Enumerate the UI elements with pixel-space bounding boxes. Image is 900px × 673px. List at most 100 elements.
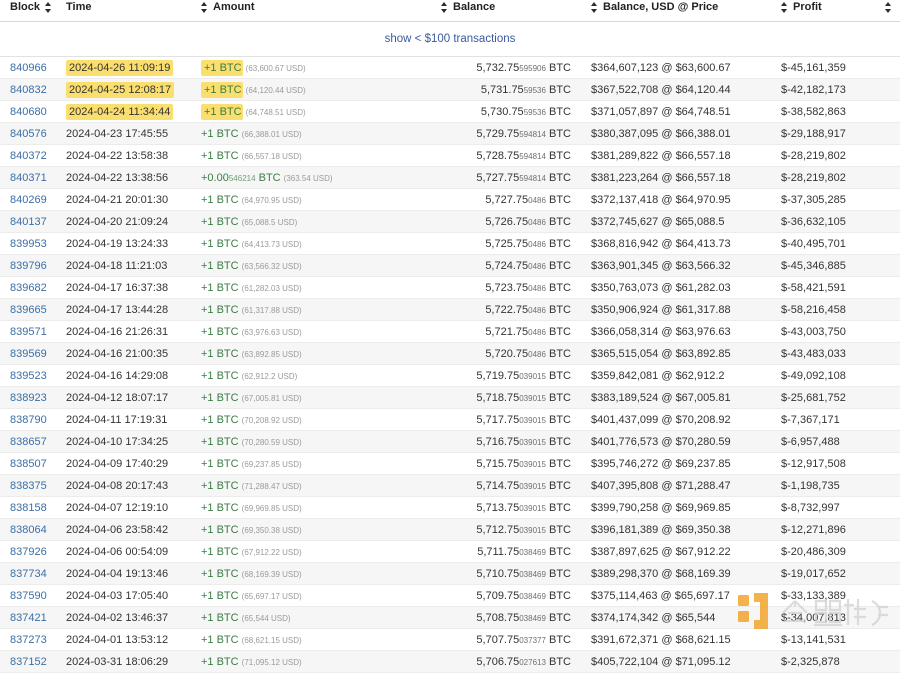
- amount-value: +1 BTC: [201, 633, 239, 646]
- block-link[interactable]: 838657: [10, 436, 47, 448]
- cell-time: 2024-04-07 12:19:10: [66, 496, 201, 519]
- amount-group: +1 BTC: [201, 326, 239, 338]
- amount-value: +1 BTC: [201, 215, 239, 228]
- block-link[interactable]: 840832: [10, 84, 47, 96]
- amount-group: +1 BTC: [201, 590, 239, 602]
- cell-time: 2024-04-16 21:00:35: [66, 342, 201, 365]
- block-link[interactable]: 840966: [10, 62, 47, 74]
- amount-group: +1 BTC: [201, 282, 239, 294]
- block-link[interactable]: 838158: [10, 502, 47, 514]
- block-link[interactable]: 840371: [10, 172, 47, 184]
- sort-icon[interactable]: [781, 1, 788, 13]
- amount-usd-value: (70,208.92 USD): [241, 415, 302, 425]
- block-link[interactable]: 840269: [10, 194, 47, 206]
- amount-usd-value: (69,969.85 USD): [241, 503, 302, 513]
- column-header-block[interactable]: Block: [0, 0, 66, 22]
- table-row: 840966 2024-04-26 11:09:19 +1 BTC (63,600.…: [0, 56, 900, 79]
- cell-balance: 5,712.75039015 BTC: [441, 518, 591, 541]
- time-value-highlighted: 2024-04-25 12:08:17: [66, 81, 175, 98]
- block-link[interactable]: 838923: [10, 392, 47, 404]
- balance-decimals: 039015: [519, 481, 546, 491]
- amount-value: +1 BTC: [201, 391, 239, 404]
- column-header-balance[interactable]: Balance: [441, 0, 591, 22]
- block-link[interactable]: 839569: [10, 348, 47, 360]
- cell-amount: +1 BTC (66,557.18 USD): [201, 144, 441, 167]
- block-link[interactable]: 837590: [10, 590, 47, 602]
- amount-usd-value: (70,280.59 USD): [241, 437, 302, 447]
- table-row: 840832 2024-04-25 12:08:17 +1 BTC (64,120.…: [0, 78, 900, 101]
- cell-balance-usd: $350,763,073 @ $61,282.03: [591, 276, 781, 299]
- balance-integer: 5,732.75: [476, 61, 520, 74]
- amount-group: +1 BTC: [201, 436, 239, 448]
- cell-amount: +1 BTC (68,621.15 USD): [201, 628, 441, 651]
- block-link[interactable]: 837421: [10, 612, 47, 624]
- cell-block: 838657: [0, 430, 66, 453]
- block-link[interactable]: 837152: [10, 656, 47, 668]
- block-link[interactable]: 837734: [10, 568, 47, 580]
- cell-balance-usd: $368,816,942 @ $64,413.73: [591, 232, 781, 255]
- block-link[interactable]: 838790: [10, 414, 47, 426]
- balance-decimals: 594814: [519, 151, 546, 161]
- block-link[interactable]: 837273: [10, 634, 47, 646]
- column-label-balance: Balance: [453, 1, 496, 13]
- cell-balance-usd: $359,842,081 @ $62,912.2: [591, 364, 781, 387]
- block-link[interactable]: 840372: [10, 150, 47, 162]
- block-link[interactable]: 839571: [10, 326, 47, 338]
- column-header-amount[interactable]: Amount: [201, 0, 441, 22]
- cell-profit: $-20,486,309: [781, 540, 900, 563]
- balance-unit: BTC: [549, 347, 571, 360]
- column-header-balance-usd[interactable]: Balance, USD @ Price: [591, 0, 781, 22]
- amount-usd-value: (64,970.95 USD): [241, 195, 302, 205]
- amount-value: +1 BTC: [201, 259, 239, 272]
- block-link[interactable]: 840576: [10, 128, 47, 140]
- sort-icon[interactable]: [201, 1, 208, 13]
- block-link[interactable]: 840137: [10, 216, 47, 228]
- sort-icon[interactable]: [591, 1, 598, 13]
- balance-integer: 5,729.75: [476, 127, 520, 140]
- table-row: 838375 2024-04-08 20:17:43 +1 BTC (71,288.…: [0, 474, 900, 497]
- show-small-transactions-link[interactable]: show < $100 transactions: [385, 33, 516, 45]
- balance-integer: 5,721.75: [485, 325, 529, 338]
- sort-icon[interactable]: [44, 1, 52, 13]
- block-link[interactable]: 840680: [10, 106, 47, 118]
- cell-balance-usd: $367,522,708 @ $64,120.44: [591, 78, 781, 101]
- balance-integer: 5,726.75: [485, 215, 529, 228]
- cell-balance: 5,711.75038469 BTC: [441, 540, 591, 563]
- sort-icon[interactable]: [885, 1, 892, 13]
- cell-profit: $-28,219,802: [781, 166, 900, 189]
- cell-block: 839569: [0, 342, 66, 365]
- amount-value: +1 BTC: [201, 149, 239, 162]
- cell-profit: $-1,198,735: [781, 474, 900, 497]
- amount-group: +1 BTC: [201, 458, 239, 470]
- column-header-profit[interactable]: Profit: [781, 0, 900, 22]
- block-link[interactable]: 839523: [10, 370, 47, 382]
- cell-time: 2024-04-01 13:53:12: [66, 628, 201, 651]
- block-link[interactable]: 838064: [10, 524, 47, 536]
- cell-amount: +1 BTC (61,317.88 USD): [201, 298, 441, 321]
- block-link[interactable]: 837926: [10, 546, 47, 558]
- cell-balance: 5,730.7559536 BTC: [441, 100, 591, 123]
- cell-balance-usd: $389,298,370 @ $68,169.39: [591, 562, 781, 585]
- amount-usd-value: (65,697.17 USD): [241, 591, 302, 601]
- sort-icon[interactable]: [441, 1, 448, 13]
- column-header-time[interactable]: Time: [66, 0, 201, 22]
- cell-balance-usd: $372,137,418 @ $64,970.95: [591, 188, 781, 211]
- balance-decimals: 594814: [519, 129, 546, 139]
- block-link[interactable]: 839796: [10, 260, 47, 272]
- amount-group: +1 BTC: [201, 260, 239, 272]
- block-link[interactable]: 839953: [10, 238, 47, 250]
- amount-group: +1 BTC: [201, 568, 239, 580]
- table-row: 837734 2024-04-04 19:13:46 +1 BTC (68,169.…: [0, 562, 900, 585]
- block-link[interactable]: 839682: [10, 282, 47, 294]
- cell-profit: $-45,346,885: [781, 254, 900, 277]
- block-link[interactable]: 838507: [10, 458, 47, 470]
- block-link[interactable]: 839665: [10, 304, 47, 316]
- balance-integer: 5,711.75: [477, 545, 520, 558]
- time-value: 2024-03-31 18:06:29: [66, 655, 169, 668]
- amount-value: +1 BTC: [201, 303, 239, 316]
- amount-value: +1 BTC: [201, 567, 239, 580]
- time-value: 2024-04-22 13:38:56: [66, 171, 169, 184]
- cell-balance-usd: $374,174,342 @ $65,544: [591, 606, 781, 629]
- block-link[interactable]: 838375: [10, 480, 47, 492]
- table-row: 839571 2024-04-16 21:26:31 +1 BTC (63,976.…: [0, 320, 900, 343]
